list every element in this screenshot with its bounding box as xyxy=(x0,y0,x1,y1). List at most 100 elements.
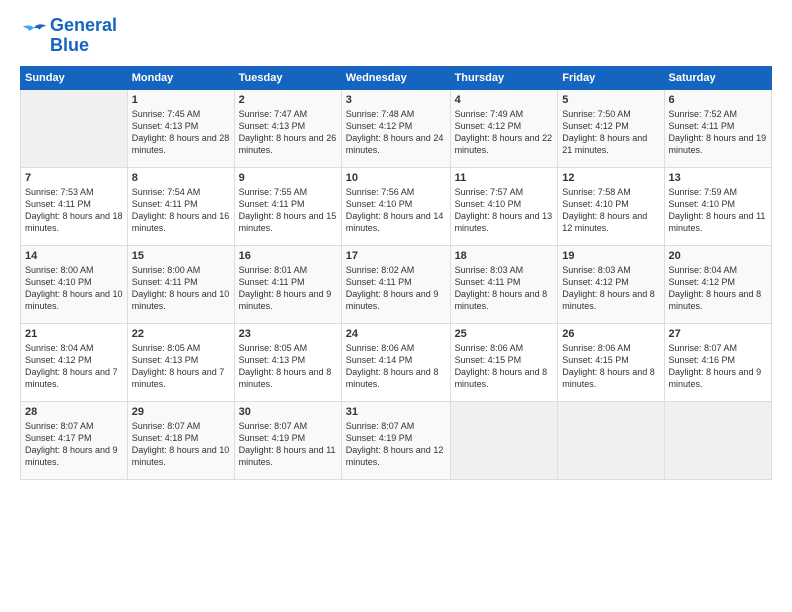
day-number: 10 xyxy=(346,172,446,184)
calendar-cell: 27 Sunrise: 8:07 AMSunset: 4:16 PMDayligh… xyxy=(664,323,771,401)
calendar-cell xyxy=(664,401,771,479)
day-number: 29 xyxy=(132,406,230,418)
day-info: Sunrise: 7:47 AMSunset: 4:13 PMDaylight:… xyxy=(239,108,337,157)
calendar-cell: 25 Sunrise: 8:06 AMSunset: 4:15 PMDayligh… xyxy=(450,323,558,401)
day-number: 26 xyxy=(562,328,659,340)
calendar-week-row: 7Sunrise: 7:53 AMSunset: 4:11 PMDaylight… xyxy=(21,167,772,245)
calendar-header-friday: Friday xyxy=(558,66,664,89)
calendar-cell: 12 Sunrise: 7:58 AMSunset: 4:10 PMDayligh… xyxy=(558,167,664,245)
calendar-cell: 6 Sunrise: 7:52 AMSunset: 4:11 PMDaylight… xyxy=(664,89,771,167)
day-info: Sunrise: 8:03 AMSunset: 4:11 PMDaylight:… xyxy=(455,264,554,313)
day-info: Sunrise: 7:49 AMSunset: 4:12 PMDaylight:… xyxy=(455,108,554,157)
day-info: Sunrise: 8:05 AMSunset: 4:13 PMDaylight:… xyxy=(132,342,230,391)
calendar-cell: 11 Sunrise: 7:57 AMSunset: 4:10 PMDayligh… xyxy=(450,167,558,245)
day-info: Sunrise: 8:04 AMSunset: 4:12 PMDaylight:… xyxy=(25,342,123,391)
calendar-cell: 13 Sunrise: 7:59 AMSunset: 4:10 PMDayligh… xyxy=(664,167,771,245)
day-number: 9 xyxy=(239,172,337,184)
day-number: 22 xyxy=(132,328,230,340)
calendar-week-row: 1 Sunrise: 7:45 AMSunset: 4:13 PMDaylight… xyxy=(21,89,772,167)
day-number: 17 xyxy=(346,250,446,262)
calendar-header-saturday: Saturday xyxy=(664,66,771,89)
header: General Blue xyxy=(20,16,772,56)
day-info: Sunrise: 8:00 AMSunset: 4:10 PMDaylight:… xyxy=(25,264,123,313)
calendar-cell: 19 Sunrise: 8:03 AMSunset: 4:12 PMDayligh… xyxy=(558,245,664,323)
day-info: Sunrise: 7:50 AMSunset: 4:12 PMDaylight:… xyxy=(562,108,659,157)
day-info: Sunrise: 8:07 AMSunset: 4:18 PMDaylight:… xyxy=(132,420,230,469)
calendar-cell: 15 Sunrise: 8:00 AMSunset: 4:11 PMDayligh… xyxy=(127,245,234,323)
day-info: Sunrise: 7:45 AMSunset: 4:13 PMDaylight:… xyxy=(132,108,230,157)
calendar-week-row: 28 Sunrise: 8:07 AMSunset: 4:17 PMDayligh… xyxy=(21,401,772,479)
page: General Blue SundayMondayTuesdayWednesda… xyxy=(0,0,792,612)
day-number: 30 xyxy=(239,406,337,418)
day-number: 4 xyxy=(455,94,554,106)
day-info: Sunrise: 8:05 AMSunset: 4:13 PMDaylight:… xyxy=(239,342,337,391)
calendar-cell xyxy=(450,401,558,479)
day-number: 23 xyxy=(239,328,337,340)
calendar-cell: 26 Sunrise: 8:06 AMSunset: 4:15 PMDayligh… xyxy=(558,323,664,401)
calendar-cell: 29 Sunrise: 8:07 AMSunset: 4:18 PMDayligh… xyxy=(127,401,234,479)
day-info: Sunrise: 8:00 AMSunset: 4:11 PMDaylight:… xyxy=(132,264,230,313)
calendar-cell: 16Sunrise: 8:01 AMSunset: 4:11 PMDayligh… xyxy=(234,245,341,323)
calendar-header-thursday: Thursday xyxy=(450,66,558,89)
day-info: Sunrise: 7:59 AMSunset: 4:10 PMDaylight:… xyxy=(669,186,767,235)
calendar-week-row: 14 Sunrise: 8:00 AMSunset: 4:10 PMDayligh… xyxy=(21,245,772,323)
calendar-cell: 7Sunrise: 7:53 AMSunset: 4:11 PMDaylight… xyxy=(21,167,128,245)
calendar-cell: 4 Sunrise: 7:49 AMSunset: 4:12 PMDaylight… xyxy=(450,89,558,167)
calendar-cell: 14 Sunrise: 8:00 AMSunset: 4:10 PMDayligh… xyxy=(21,245,128,323)
day-number: 3 xyxy=(346,94,446,106)
day-info: Sunrise: 8:07 AMSunset: 4:17 PMDaylight:… xyxy=(25,420,123,469)
day-number: 25 xyxy=(455,328,554,340)
calendar-cell: 8 Sunrise: 7:54 AMSunset: 4:11 PMDaylight… xyxy=(127,167,234,245)
day-number: 14 xyxy=(25,250,123,262)
calendar-cell: 30 Sunrise: 8:07 AMSunset: 4:19 PMDayligh… xyxy=(234,401,341,479)
day-number: 18 xyxy=(455,250,554,262)
day-number: 27 xyxy=(669,328,767,340)
calendar-cell: 17Sunrise: 8:02 AMSunset: 4:11 PMDayligh… xyxy=(341,245,450,323)
day-info: Sunrise: 8:07 AMSunset: 4:16 PMDaylight:… xyxy=(669,342,767,391)
day-number: 5 xyxy=(562,94,659,106)
day-info: Sunrise: 8:06 AMSunset: 4:14 PMDaylight:… xyxy=(346,342,446,391)
calendar-cell xyxy=(21,89,128,167)
day-info: Sunrise: 7:56 AMSunset: 4:10 PMDaylight:… xyxy=(346,186,446,235)
day-info: Sunrise: 8:04 AMSunset: 4:12 PMDaylight:… xyxy=(669,264,767,313)
day-number: 28 xyxy=(25,406,123,418)
calendar-cell: 20 Sunrise: 8:04 AMSunset: 4:12 PMDayligh… xyxy=(664,245,771,323)
day-number: 15 xyxy=(132,250,230,262)
calendar-table: SundayMondayTuesdayWednesdayThursdayFrid… xyxy=(20,66,772,480)
day-number: 31 xyxy=(346,406,446,418)
day-number: 16 xyxy=(239,250,337,262)
calendar-header-sunday: Sunday xyxy=(21,66,128,89)
logo-text: General Blue xyxy=(50,16,117,56)
day-info: Sunrise: 7:58 AMSunset: 4:10 PMDaylight:… xyxy=(562,186,659,235)
day-number: 12 xyxy=(562,172,659,184)
calendar-header-wednesday: Wednesday xyxy=(341,66,450,89)
day-info: Sunrise: 7:55 AMSunset: 4:11 PMDaylight:… xyxy=(239,186,337,235)
logo-bird-icon xyxy=(20,22,48,44)
day-info: Sunrise: 8:07 AMSunset: 4:19 PMDaylight:… xyxy=(239,420,337,469)
calendar-cell: 2Sunrise: 7:47 AMSunset: 4:13 PMDaylight… xyxy=(234,89,341,167)
day-number: 8 xyxy=(132,172,230,184)
calendar-cell: 9 Sunrise: 7:55 AMSunset: 4:11 PMDaylight… xyxy=(234,167,341,245)
calendar-header-monday: Monday xyxy=(127,66,234,89)
day-number: 11 xyxy=(455,172,554,184)
day-info: Sunrise: 8:06 AMSunset: 4:15 PMDaylight:… xyxy=(562,342,659,391)
day-number: 19 xyxy=(562,250,659,262)
calendar-cell: 21Sunrise: 8:04 AMSunset: 4:12 PMDayligh… xyxy=(21,323,128,401)
day-number: 6 xyxy=(669,94,767,106)
calendar-cell: 23 Sunrise: 8:05 AMSunset: 4:13 PMDayligh… xyxy=(234,323,341,401)
day-info: Sunrise: 7:48 AMSunset: 4:12 PMDaylight:… xyxy=(346,108,446,157)
day-info: Sunrise: 7:57 AMSunset: 4:10 PMDaylight:… xyxy=(455,186,554,235)
day-info: Sunrise: 7:54 AMSunset: 4:11 PMDaylight:… xyxy=(132,186,230,235)
day-info: Sunrise: 8:06 AMSunset: 4:15 PMDaylight:… xyxy=(455,342,554,391)
calendar-week-row: 21Sunrise: 8:04 AMSunset: 4:12 PMDayligh… xyxy=(21,323,772,401)
day-number: 13 xyxy=(669,172,767,184)
calendar-cell: 3 Sunrise: 7:48 AMSunset: 4:12 PMDaylight… xyxy=(341,89,450,167)
day-info: Sunrise: 8:07 AMSunset: 4:19 PMDaylight:… xyxy=(346,420,446,469)
calendar-cell xyxy=(558,401,664,479)
day-number: 20 xyxy=(669,250,767,262)
day-info: Sunrise: 8:03 AMSunset: 4:12 PMDaylight:… xyxy=(562,264,659,313)
calendar-cell: 31 Sunrise: 8:07 AMSunset: 4:19 PMDayligh… xyxy=(341,401,450,479)
day-info: Sunrise: 7:52 AMSunset: 4:11 PMDaylight:… xyxy=(669,108,767,157)
day-number: 1 xyxy=(132,94,230,106)
calendar-cell: 28 Sunrise: 8:07 AMSunset: 4:17 PMDayligh… xyxy=(21,401,128,479)
